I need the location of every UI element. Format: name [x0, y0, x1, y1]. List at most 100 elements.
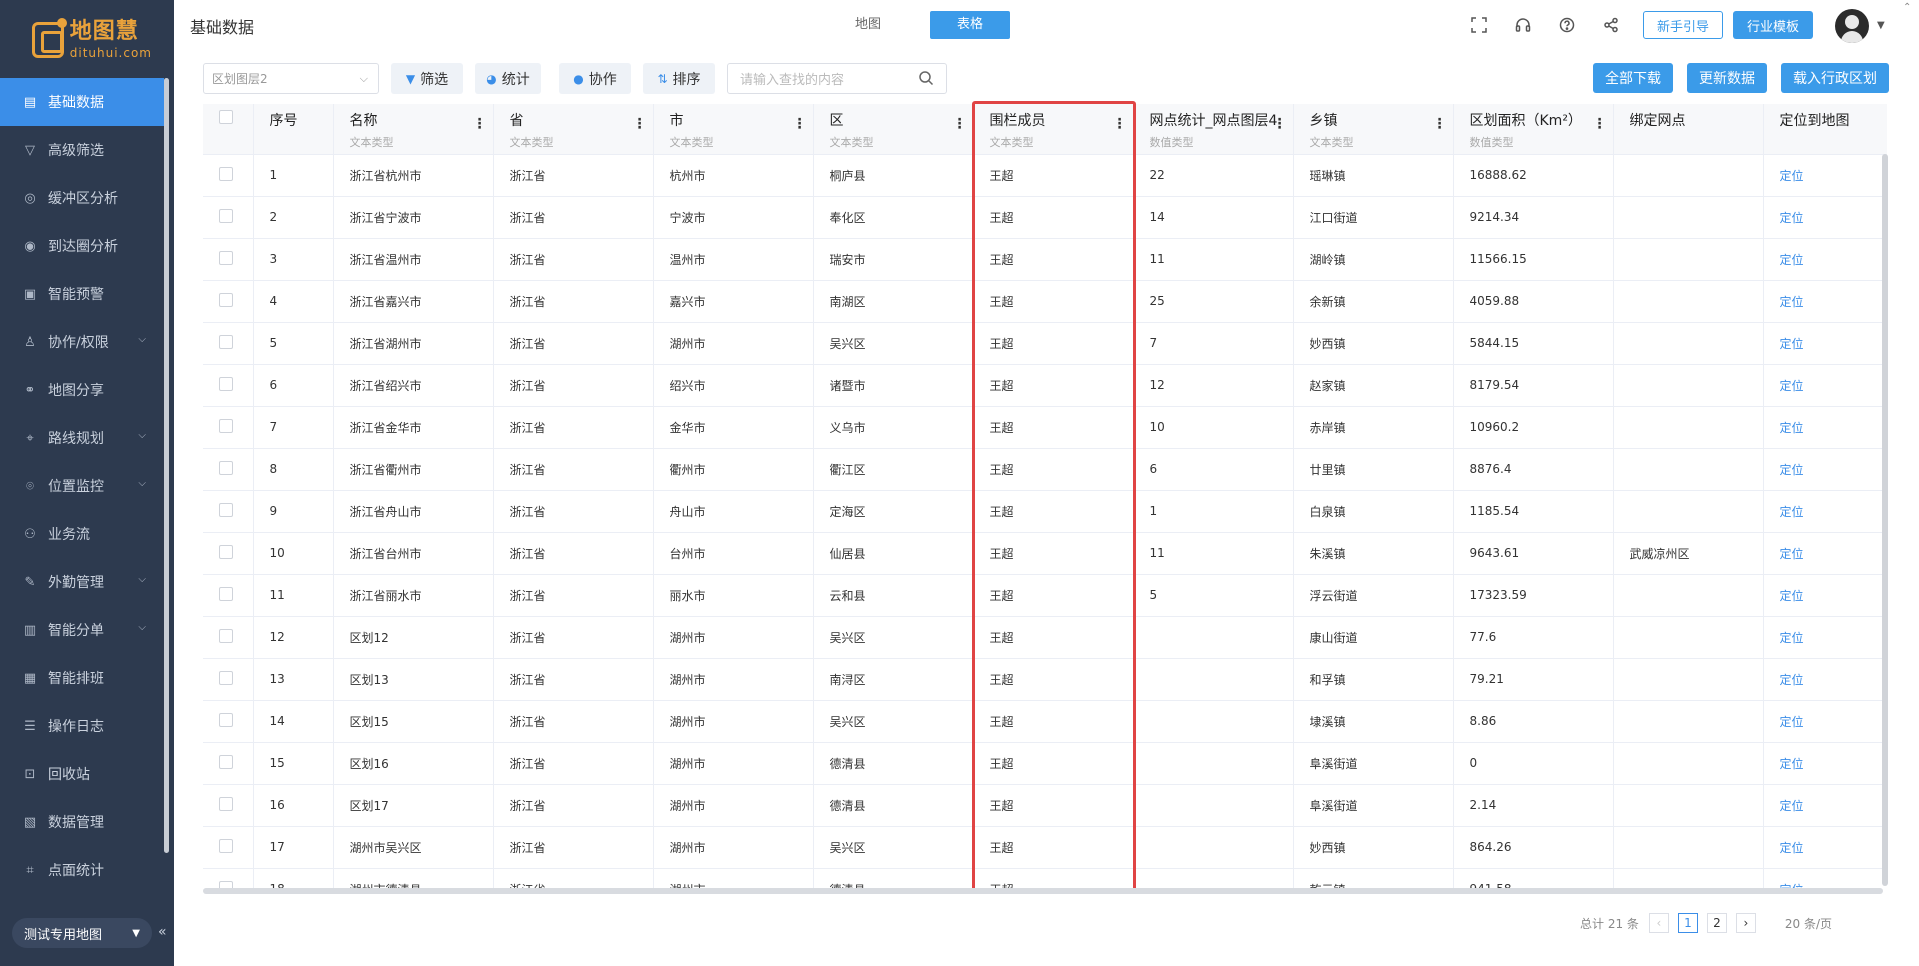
sidebar-item[interactable]: ✎ 外勤管理 ⌵	[0, 558, 164, 606]
prev-page-icon[interactable]: ‹	[1648, 913, 1669, 933]
checkbox[interactable]	[219, 670, 233, 685]
column-header[interactable]: 围栏成员 文本类型 ⋮	[973, 104, 1134, 155]
guide-button[interactable]: 新手引导	[1643, 11, 1723, 39]
locate-cell[interactable]: 定位	[1763, 196, 1887, 239]
locate-link[interactable]: 定位	[1780, 715, 1804, 729]
locate-cell[interactable]: 定位	[1763, 490, 1887, 533]
map-select[interactable]: 测试专用地图 ▼	[12, 918, 152, 948]
column-header[interactable]: 省文本类型 ⋮	[493, 104, 654, 155]
collapse-up-icon[interactable]: ⌃	[1903, 2, 1911, 13]
checkbox[interactable]	[219, 110, 233, 124]
share-nodes-icon[interactable]	[1600, 14, 1622, 36]
checkbox[interactable]	[219, 544, 233, 559]
collab-button[interactable]: ● 协作	[559, 63, 631, 94]
sidebar-item[interactable]: ⌾ 位置监控 ⌵	[0, 462, 164, 510]
table-row[interactable]: 12 区划12 浙江省 湖州市 吴兴区 王超 康山街道 77.6 定位	[203, 616, 1887, 659]
locate-link[interactable]: 定位	[1780, 841, 1804, 855]
sidebar-item[interactable]: ▣ 智能预警	[0, 270, 164, 318]
column-header[interactable]: 定位到地图	[1763, 104, 1887, 155]
column-header[interactable]: 区划面积（Km²） 数值类型 ⋮	[1453, 104, 1614, 155]
logo[interactable]: 地图慧 dituhui.com	[32, 18, 152, 62]
locate-cell[interactable]: 定位	[1763, 574, 1887, 617]
locate-cell[interactable]: 定位	[1763, 280, 1887, 323]
row-select[interactable]	[203, 448, 254, 491]
table-row[interactable]: 4 浙江省嘉兴市 浙江省 嘉兴市 南湖区 王超 25 余新镇 4059.88 定位	[203, 280, 1887, 323]
table-row[interactable]: 11 浙江省丽水市 浙江省 丽水市 云和县 王超 5 浮云街道 17323.59 定位	[203, 574, 1887, 617]
page-2[interactable]: 2	[1706, 913, 1727, 933]
column-menu-icon[interactable]: ⋮	[1113, 116, 1127, 132]
search-input[interactable]: 请输入查找的内容	[727, 63, 947, 94]
stats-button[interactable]: ◕ 统计	[475, 63, 541, 94]
page-size-select[interactable]: 20 条/页	[1785, 915, 1832, 932]
checkbox[interactable]	[219, 208, 233, 223]
filter-button[interactable]: ▼ 筛选	[391, 63, 463, 94]
locate-link[interactable]: 定位	[1780, 799, 1804, 813]
row-select[interactable]	[203, 868, 254, 890]
locate-link[interactable]: 定位	[1780, 337, 1804, 351]
locate-cell[interactable]: 定位	[1763, 532, 1887, 575]
locate-link[interactable]: 定位	[1780, 505, 1804, 519]
checkbox[interactable]	[219, 250, 233, 265]
checkbox[interactable]	[219, 166, 233, 181]
table-row[interactable]: 2 浙江省宁波市 浙江省 宁波市 奉化区 王超 14 江口街道 9214.34 定位	[203, 196, 1887, 239]
checkbox[interactable]	[219, 712, 233, 727]
row-select[interactable]	[203, 532, 254, 575]
row-select[interactable]	[203, 196, 254, 239]
sidebar-item[interactable]: ◉ 到达圈分析	[0, 222, 164, 270]
industry-template-button[interactable]: 行业模板	[1733, 11, 1813, 39]
collapse-sidebar-icon[interactable]: «	[158, 924, 167, 940]
layer-select[interactable]: 区划图层2 ⌵	[203, 63, 379, 94]
sidebar-scrollbar[interactable]	[164, 78, 169, 853]
locate-cell[interactable]: 定位	[1763, 238, 1887, 281]
next-page-icon[interactable]: ›	[1735, 913, 1756, 933]
download-all-button[interactable]: 全部下载	[1593, 63, 1673, 93]
sidebar-item[interactable]: ♙ 协作/权限 ⌵	[0, 318, 164, 366]
table-row[interactable]: 9 浙江省舟山市 浙江省 舟山市 定海区 王超 1 白泉镇 1185.54 定位	[203, 490, 1887, 533]
locate-link[interactable]: 定位	[1780, 631, 1804, 645]
checkbox[interactable]	[219, 460, 233, 475]
row-select[interactable]	[203, 826, 254, 869]
table-row[interactable]: 5 浙江省湖州市 浙江省 湖州市 吴兴区 王超 7 妙西镇 5844.15 定位	[203, 322, 1887, 365]
checkbox[interactable]	[219, 376, 233, 391]
sidebar-item[interactable]: ⌗ 点面统计	[0, 846, 164, 894]
page-1[interactable]: 1	[1677, 913, 1698, 933]
fullscreen-icon[interactable]	[1468, 14, 1490, 36]
row-select[interactable]	[203, 784, 254, 827]
checkbox[interactable]	[219, 586, 233, 601]
table-row[interactable]: 10 浙江省台州市 浙江省 台州市 仙居县 王超 11 朱溪镇 9643.61 武威凉州区 定位	[203, 532, 1887, 575]
table-row[interactable]: 16 区划17 浙江省 湖州市 德清县 王超 阜溪街道 2.14 定位	[203, 784, 1887, 827]
table-row[interactable]: 8 浙江省衢州市 浙江省 衢州市 衢江区 王超 6 廿里镇 8876.4 定位	[203, 448, 1887, 491]
locate-link[interactable]: 定位	[1780, 589, 1804, 603]
caret-down-icon[interactable]: ▼	[1877, 20, 1885, 31]
locate-link[interactable]: 定位	[1780, 421, 1804, 435]
update-data-button[interactable]: 更新数据	[1687, 63, 1767, 93]
column-header[interactable]: 绑定网点	[1613, 104, 1764, 155]
table-row[interactable]: 13 区划13 浙江省 湖州市 南浔区 王超 和孚镇 79.21 定位	[203, 658, 1887, 701]
header-select-all[interactable]	[203, 104, 254, 155]
column-menu-icon[interactable]: ⋮	[793, 116, 807, 132]
column-menu-icon[interactable]: ⋮	[1593, 116, 1607, 132]
locate-cell[interactable]: 定位	[1763, 784, 1887, 827]
locate-link[interactable]: 定位	[1780, 379, 1804, 393]
row-select[interactable]	[203, 616, 254, 659]
locate-link[interactable]: 定位	[1780, 295, 1804, 309]
locate-cell[interactable]: 定位	[1763, 154, 1887, 197]
table-row[interactable]: 3 浙江省温州市 浙江省 温州市 瑞安市 王超 11 湖岭镇 11566.15 定位	[203, 238, 1887, 281]
locate-link[interactable]: 定位	[1780, 673, 1804, 687]
load-admin-button[interactable]: 载入行政区划	[1781, 63, 1889, 93]
avatar[interactable]	[1835, 9, 1869, 43]
sidebar-item[interactable]: ⚇ 业务流	[0, 510, 164, 558]
sidebar-item[interactable]: ▧ 数据管理	[0, 798, 164, 846]
locate-cell[interactable]: 定位	[1763, 868, 1887, 890]
locate-cell[interactable]: 定位	[1763, 406, 1887, 449]
column-menu-icon[interactable]: ⋮	[1273, 116, 1287, 132]
column-header[interactable]: 乡镇 文本类型 ⋮	[1293, 104, 1454, 155]
tab-map[interactable]: 地图	[828, 11, 908, 39]
checkbox[interactable]	[219, 628, 233, 643]
headset-icon[interactable]	[1512, 14, 1534, 36]
locate-link[interactable]: 定位	[1780, 757, 1804, 771]
table-row[interactable]: 14 区划15 浙江省 湖州市 吴兴区 王超 埭溪镇 8.86 定位	[203, 700, 1887, 743]
checkbox[interactable]	[219, 334, 233, 349]
row-select[interactable]	[203, 490, 254, 533]
sidebar-item[interactable]: ⌖ 路线规划 ⌵	[0, 414, 164, 462]
